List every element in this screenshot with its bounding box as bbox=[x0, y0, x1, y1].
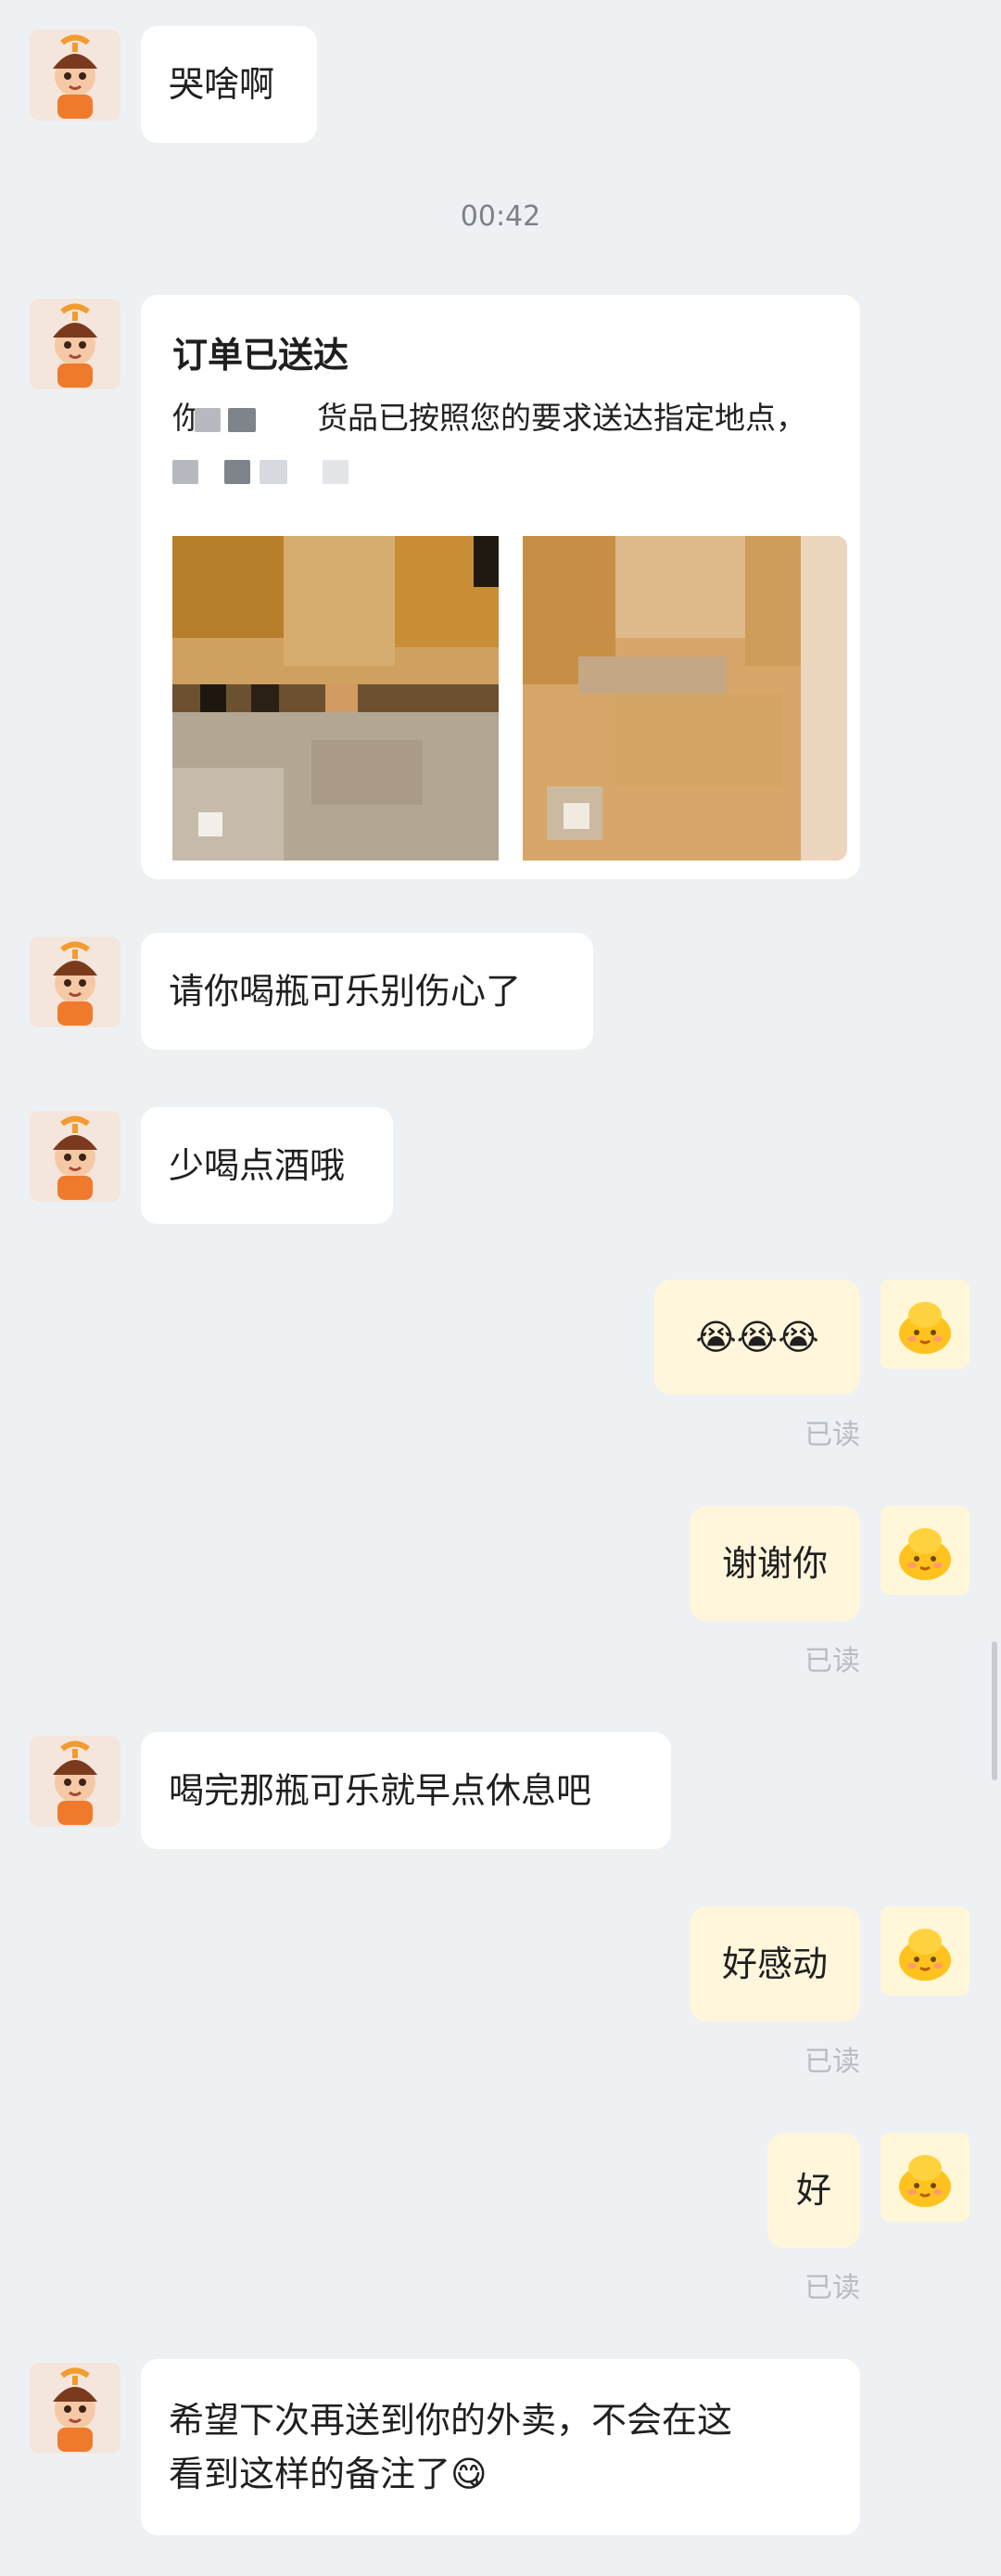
outgoing-message[interactable]: 好 bbox=[767, 2133, 860, 2248]
delivery-avatar-icon[interactable] bbox=[30, 30, 120, 121]
message-text-line2: 看到这样的备注了😋 bbox=[169, 2454, 488, 2494]
read-status: 已读 bbox=[805, 1419, 860, 1451]
message-row: 少喝点酒哦 bbox=[0, 1107, 1001, 1228]
delivery-photo-1[interactable] bbox=[172, 536, 499, 861]
delivery-avatar-icon[interactable] bbox=[30, 937, 120, 1027]
incoming-message[interactable]: 少喝点酒哦 bbox=[141, 1107, 393, 1224]
scrollbar[interactable] bbox=[992, 1641, 997, 1780]
message-row: 请你喝瓶可乐别伤心了 bbox=[0, 933, 1001, 1053]
delivery-avatar-icon[interactable] bbox=[30, 1111, 120, 1202]
message-text: 请你喝瓶可乐别伤心了 bbox=[169, 971, 522, 1012]
incoming-message[interactable]: 哭啥啊 bbox=[141, 26, 317, 143]
bun-avatar-icon[interactable] bbox=[881, 2133, 969, 2222]
message-text: 好感动 bbox=[721, 1944, 828, 1984]
redaction-block bbox=[228, 408, 256, 432]
card-text-rest: 货品已按照您的要求送达指定地点， bbox=[317, 400, 806, 436]
outgoing-message[interactable]: 好感动 bbox=[690, 1906, 860, 2021]
delivery-photo-2[interactable] bbox=[523, 536, 847, 861]
message-text: 喝完那瓶可乐就早点休息吧 bbox=[169, 1770, 592, 1811]
message-row: 希望下次再送到你的外卖，不会在这 看到这样的备注了😋 bbox=[0, 2359, 1001, 2535]
incoming-message[interactable]: 喝完那瓶可乐就早点休息吧 bbox=[141, 1732, 671, 1849]
delivery-avatar-icon[interactable] bbox=[30, 2363, 120, 2454]
read-status: 已读 bbox=[805, 2272, 860, 2304]
timestamp: 00:42 bbox=[460, 200, 541, 233]
message-row: 好 已读 bbox=[0, 2133, 1001, 2309]
message-text: 哭啥啊 bbox=[169, 64, 275, 105]
incoming-message[interactable]: 希望下次再送到你的外卖，不会在这 看到这样的备注了😋 bbox=[141, 2359, 860, 2535]
bun-avatar-icon[interactable] bbox=[881, 1506, 969, 1595]
bun-avatar-icon[interactable] bbox=[881, 1906, 969, 1996]
message-text-line1: 希望下次再送到你的外卖，不会在这 bbox=[169, 2400, 733, 2441]
outgoing-message[interactable]: 谢谢你 bbox=[690, 1506, 860, 1621]
message-row: 订单已送达 你 货品已按照您的要求送达指定地点， bbox=[0, 295, 1001, 888]
incoming-message[interactable]: 请你喝瓶可乐别伤心了 bbox=[141, 933, 593, 1050]
message-row: 喝完那瓶可乐就早点休息吧 bbox=[0, 1732, 1001, 1853]
read-status: 已读 bbox=[805, 1645, 860, 1677]
delivery-avatar-icon[interactable] bbox=[30, 1736, 120, 1827]
redaction-block bbox=[224, 460, 250, 484]
message-row: 好感动 已读 bbox=[0, 1906, 1001, 2083]
outgoing-message[interactable]: 😭😭😭 bbox=[654, 1280, 860, 1395]
message-row: 😭😭😭 已读 bbox=[0, 1280, 1001, 1456]
card-text-line1: 你 货品已按照您的要求送达指定地点， bbox=[172, 393, 806, 438]
redaction-block bbox=[323, 460, 348, 484]
message-text: 好 bbox=[795, 2170, 831, 2211]
delivery-card[interactable]: 订单已送达 你 货品已按照您的要求送达指定地点， bbox=[141, 295, 860, 879]
redaction-block bbox=[172, 460, 198, 484]
bun-avatar-icon[interactable] bbox=[881, 1280, 969, 1369]
card-title: 订单已送达 bbox=[172, 335, 349, 376]
message-row: 哭啥啊 bbox=[0, 26, 1001, 147]
message-text: 谢谢你 bbox=[721, 1543, 828, 1584]
message-text: 😭😭😭 bbox=[695, 1317, 819, 1358]
redaction-block bbox=[195, 408, 221, 432]
message-text: 少喝点酒哦 bbox=[169, 1145, 346, 1186]
redaction-block bbox=[260, 460, 287, 484]
delivery-avatar-icon[interactable] bbox=[30, 299, 120, 389]
message-row: 谢谢你 已读 bbox=[0, 1506, 1001, 1682]
read-status: 已读 bbox=[805, 2046, 860, 2078]
